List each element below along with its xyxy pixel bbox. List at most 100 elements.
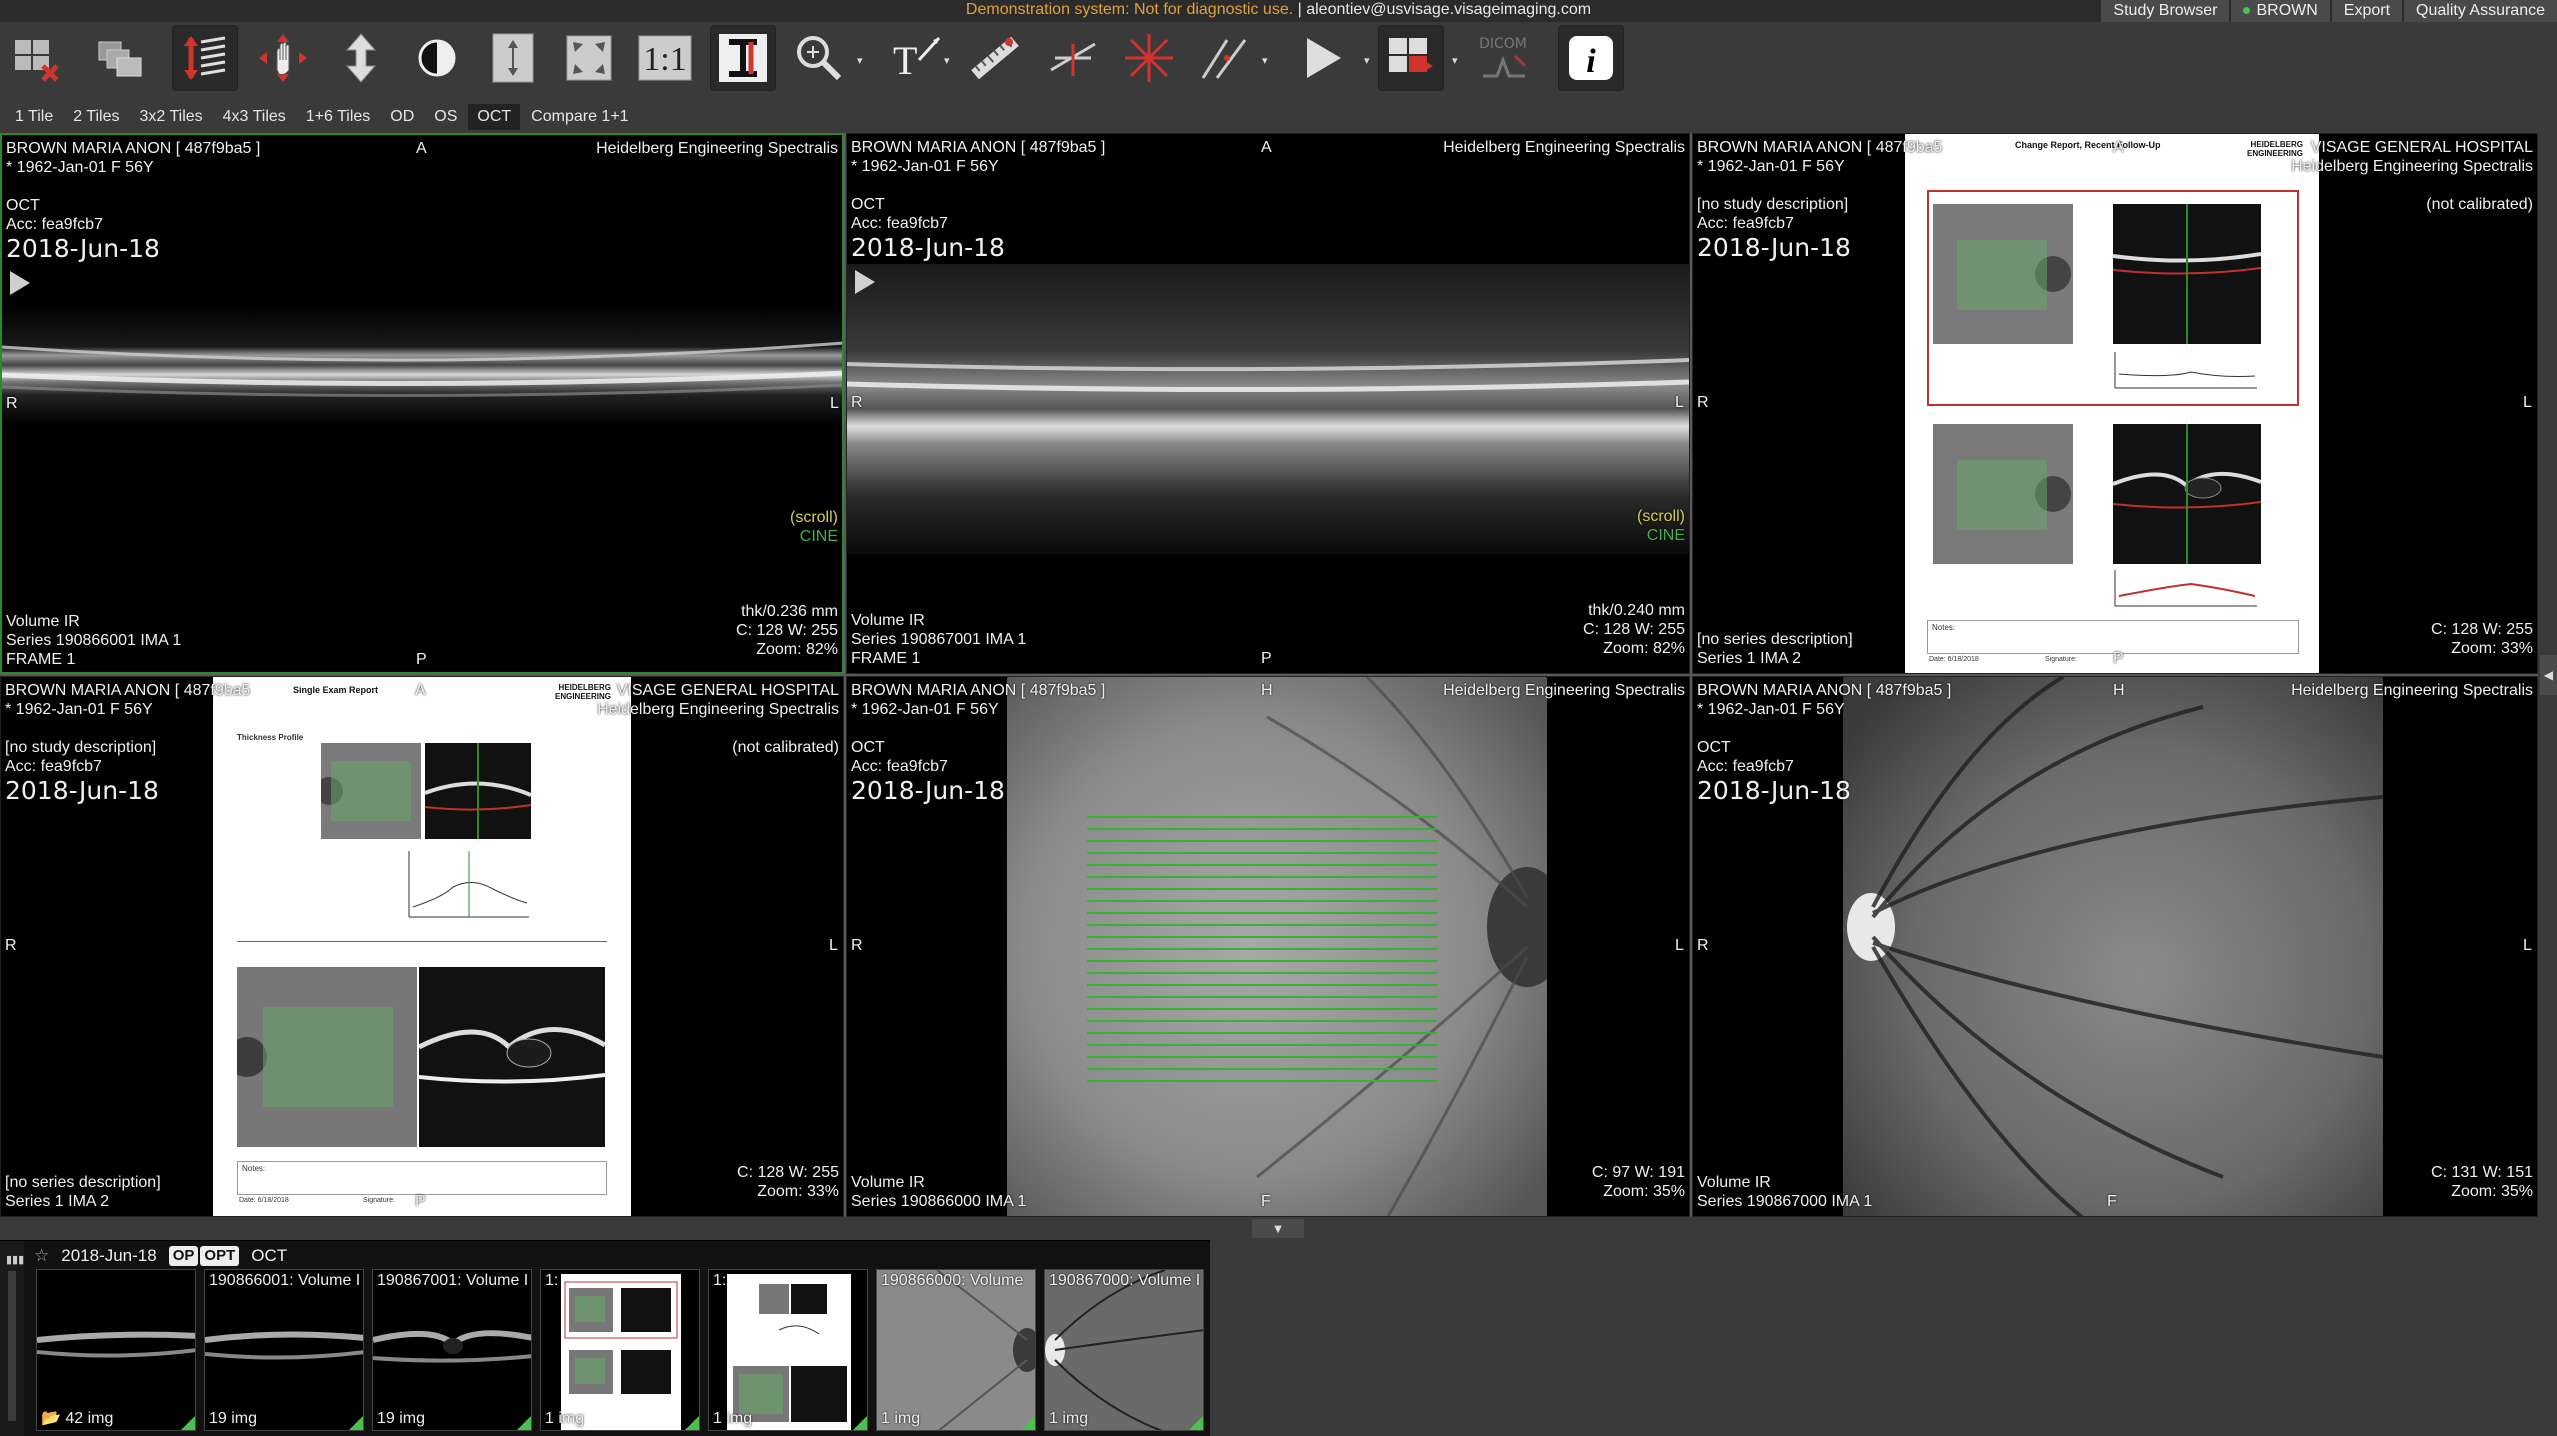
layout-tab-3x2-tiles[interactable]: 3x2 Tiles bbox=[131, 104, 212, 130]
grip-icon: ▮▮▮ bbox=[6, 1254, 25, 1266]
hanging-protocol-dropdown-icon[interactable]: ▾ bbox=[1452, 56, 1464, 67]
thumbnail-all-series[interactable]: 📂 42 img bbox=[36, 1269, 196, 1431]
series-number: Series 190867001 IMA 1 bbox=[851, 631, 1027, 648]
series-stack-icon[interactable] bbox=[88, 25, 154, 91]
fit-vertical-icon[interactable] bbox=[480, 25, 546, 91]
orientation-right: L bbox=[1675, 937, 1684, 954]
cine-play-icon[interactable] bbox=[10, 271, 30, 295]
study-header[interactable]: ☆ 2018-Jun-18 OP OPT OCT bbox=[34, 1243, 287, 1269]
study-browser-button[interactable]: Study Browser bbox=[2099, 0, 2230, 22]
viewport-single-exam-report[interactable]: Single Exam Report HEIDELBERG ENGINEERIN… bbox=[0, 676, 844, 1217]
magnifier-dropdown-icon[interactable]: ▾ bbox=[857, 56, 869, 67]
layout-tab-compare[interactable]: Compare 1+1 bbox=[522, 104, 637, 130]
layout-clear-icon[interactable] bbox=[4, 25, 70, 91]
patient-name: BROWN MARIA ANON [ 487f9ba5 ] bbox=[1697, 682, 1952, 699]
hanging-protocol-icon[interactable] bbox=[1378, 25, 1444, 91]
star-icon[interactable]: ☆ bbox=[34, 1246, 49, 1266]
report-thickness-plot bbox=[408, 851, 529, 918]
strip-handle[interactable]: ▮▮▮ bbox=[0, 1241, 24, 1436]
window-level: C: 131 W: 151 bbox=[2431, 1164, 2533, 1181]
accession: Acc: fea9fcb7 bbox=[1697, 215, 1794, 232]
thumb-fundus-image bbox=[877, 1270, 1035, 1430]
badge-op: OP bbox=[168, 1246, 199, 1266]
series-description: Volume IR bbox=[851, 612, 925, 629]
study-date: 2018-Jun-18 bbox=[5, 776, 159, 805]
zoom-arrows-icon[interactable] bbox=[328, 25, 394, 91]
ruler-icon[interactable] bbox=[962, 25, 1028, 91]
thumbnail-190867000[interactable]: 190867000: Volume I 1 img bbox=[1044, 1269, 1204, 1431]
layout-tab-2-tiles[interactable]: 2 Tiles bbox=[64, 104, 128, 130]
orientation-top: H bbox=[1261, 682, 1273, 699]
info-icon[interactable]: i bbox=[1558, 25, 1624, 91]
viewport-oct-190866001[interactable]: BROWN MARIA ANON [ 487f9ba5 ] * 1962-Jan… bbox=[0, 133, 844, 674]
report-notes-label: Notes: bbox=[242, 1164, 266, 1173]
export-button[interactable]: Export bbox=[2329, 0, 2403, 22]
magnifier-icon[interactable] bbox=[786, 25, 852, 91]
reference-fundus-image bbox=[1933, 204, 2073, 344]
layout-tab-os[interactable]: OS bbox=[425, 104, 466, 130]
thumbnail-change-report[interactable]: 1: 1 img bbox=[540, 1269, 700, 1431]
viewport-fundus-190866000[interactable]: BROWN MARIA ANON [ 487f9ba5 ] * 1962-Jan… bbox=[846, 676, 1690, 1217]
patient-name: BROWN MARIA ANON [ 487f9ba5 ] bbox=[6, 140, 261, 157]
oct-bscan-image bbox=[2, 305, 842, 425]
patient-name: BROWN MARIA ANON [ 487f9ba5 ] bbox=[851, 682, 1106, 699]
zoom-level: Zoom: 33% bbox=[2451, 640, 2533, 657]
layout-tab-oct[interactable]: OCT bbox=[468, 104, 521, 130]
thumbnail-190866000[interactable]: 190866000: Volume 1 img bbox=[876, 1269, 1036, 1431]
scroll-stack-icon[interactable] bbox=[172, 25, 238, 91]
orientation-top: A bbox=[416, 140, 427, 157]
cine-play-icon[interactable] bbox=[855, 270, 875, 294]
expand-strip-icon[interactable]: ▼ bbox=[1252, 1219, 1304, 1238]
thumb-oct-image bbox=[37, 1270, 195, 1430]
cine-indicator: CINE bbox=[1646, 527, 1685, 544]
change-report-page: Change Report, Recent Follow-Up HEIDELBE… bbox=[1905, 134, 2319, 673]
followup-oct-image bbox=[2113, 424, 2261, 564]
patient-dob: * 1962-Jan-01 F 56Y bbox=[851, 701, 999, 718]
zoom-level: Zoom: 33% bbox=[757, 1183, 839, 1200]
device-name: Heidelberg Engineering Spectralis bbox=[1443, 139, 1685, 156]
viewport-change-report[interactable]: Change Report, Recent Follow-Up HEIDELBE… bbox=[1692, 133, 2538, 674]
strip-scrollbar[interactable] bbox=[8, 1271, 16, 1421]
viewport-fundus-190867000[interactable]: BROWN MARIA ANON [ 487f9ba5 ] * 1962-Jan… bbox=[1692, 676, 2538, 1217]
line-tool-icon[interactable] bbox=[1192, 25, 1258, 91]
thumb-fundus-image bbox=[1045, 1270, 1203, 1430]
thumbnail-190867001[interactable]: 190867001: Volume I 19 img bbox=[372, 1269, 532, 1431]
thumb-report-image bbox=[541, 1270, 699, 1430]
series-description: [no series description] bbox=[5, 1174, 161, 1191]
cine-play-icon[interactable] bbox=[1288, 25, 1354, 91]
zoom-level: Zoom: 82% bbox=[1603, 640, 1685, 657]
device-name: Heidelberg Engineering Spectralis bbox=[597, 701, 839, 718]
window-level: C: 128 W: 255 bbox=[737, 1164, 839, 1181]
viewport-oct-190867001[interactable]: BROWN MARIA ANON [ 487f9ba5 ] * 1962-Jan… bbox=[846, 133, 1690, 674]
annotation-text-icon[interactable]: T bbox=[884, 25, 950, 91]
invert-icon[interactable] bbox=[710, 25, 776, 91]
cine-dropdown-icon[interactable]: ▾ bbox=[1364, 56, 1376, 67]
thumbnail-single-exam-report[interactable]: 1: 1 img bbox=[708, 1269, 868, 1431]
frame-number: FRAME 1 bbox=[6, 651, 76, 668]
line-dropdown-icon[interactable]: ▾ bbox=[1262, 56, 1274, 67]
layout-tab-4x3-tiles[interactable]: 4x3 Tiles bbox=[214, 104, 295, 130]
series-number: Series 190867000 IMA 1 bbox=[1697, 1193, 1873, 1210]
report-date: Date: 6/18/2018 bbox=[1929, 656, 1979, 663]
patient-tab-button[interactable]: BROWN bbox=[2229, 0, 2330, 22]
layout-tab-1-tile[interactable]: 1 Tile bbox=[6, 104, 62, 130]
angle-icon[interactable] bbox=[1040, 25, 1106, 91]
fit-expand-icon[interactable] bbox=[556, 25, 622, 91]
one-to-one-icon[interactable]: 1:1 bbox=[632, 25, 698, 91]
thumb-count: 1 img bbox=[1049, 1410, 1089, 1427]
thumb-label: 190866001: Volume I bbox=[209, 1272, 361, 1289]
report-signature: Signature: bbox=[363, 1197, 395, 1204]
study-date: 2018-Jun-18 bbox=[1697, 233, 1851, 262]
layout-tab-1-plus-6-tiles[interactable]: 1+6 Tiles bbox=[297, 104, 379, 130]
quality-assurance-button[interactable]: Quality Assurance bbox=[2402, 0, 2557, 22]
dicom-icon[interactable]: DICOM bbox=[1470, 25, 1536, 91]
thumb-count: 📂 42 img bbox=[41, 1408, 113, 1428]
thumb-oct-image bbox=[373, 1270, 531, 1430]
pan-icon[interactable] bbox=[250, 25, 316, 91]
window-level-icon[interactable] bbox=[404, 25, 470, 91]
annotation-dropdown-icon[interactable]: ▾ bbox=[944, 56, 956, 67]
thumbnail-190866001[interactable]: 190866001: Volume I 19 img bbox=[204, 1269, 364, 1431]
side-panel-toggle-icon[interactable]: ◀ bbox=[2540, 655, 2557, 695]
layout-tab-od[interactable]: OD bbox=[381, 104, 423, 130]
crosshair-icon[interactable] bbox=[1116, 25, 1182, 91]
